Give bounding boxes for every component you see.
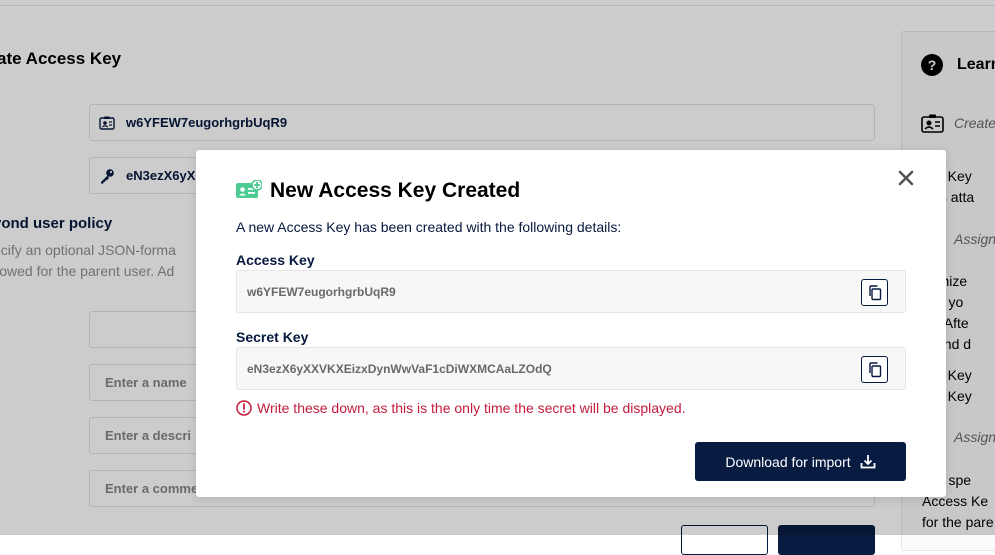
download-icon [860, 454, 876, 469]
close-icon [898, 170, 914, 186]
copy-icon [868, 361, 881, 377]
access-key-icon [236, 178, 263, 203]
modal-title: New Access Key Created [270, 179, 521, 202]
warning-icon [236, 400, 252, 416]
secret-key-label: Secret Key [236, 329, 309, 345]
access-key-text[interactable]: w6YFEW7eugorhgrbUqR9 [247, 285, 396, 299]
access-key-box: w6YFEW7eugorhgrbUqR9 [236, 270, 906, 313]
download-for-import-button[interactable]: Download for import [695, 442, 906, 481]
secret-warning: Write these down, as this is the only ti… [236, 400, 686, 416]
warning-text: Write these down, as this is the only ti… [257, 400, 686, 416]
copy-icon [868, 284, 881, 300]
copy-secret-key-button[interactable] [861, 356, 888, 383]
close-button[interactable] [896, 168, 916, 188]
copy-access-key-button[interactable] [861, 279, 888, 306]
download-button-label: Download for import [725, 453, 851, 470]
secret-key-text[interactable]: eN3ezX6yXXVKXEizxDynWwVaF1cDiWXMCAaLZOdQ [247, 362, 552, 376]
modal-header: New Access Key Created [236, 178, 521, 203]
new-access-key-modal: New Access Key Created A new Access Key … [196, 150, 946, 497]
access-key-label: Access Key [236, 252, 315, 268]
secret-key-box: eN3ezX6yXXVKXEizxDynWwVaF1cDiWXMCAaLZOdQ [236, 347, 906, 390]
modal-intro-text: A new Access Key has been created with t… [236, 219, 622, 235]
